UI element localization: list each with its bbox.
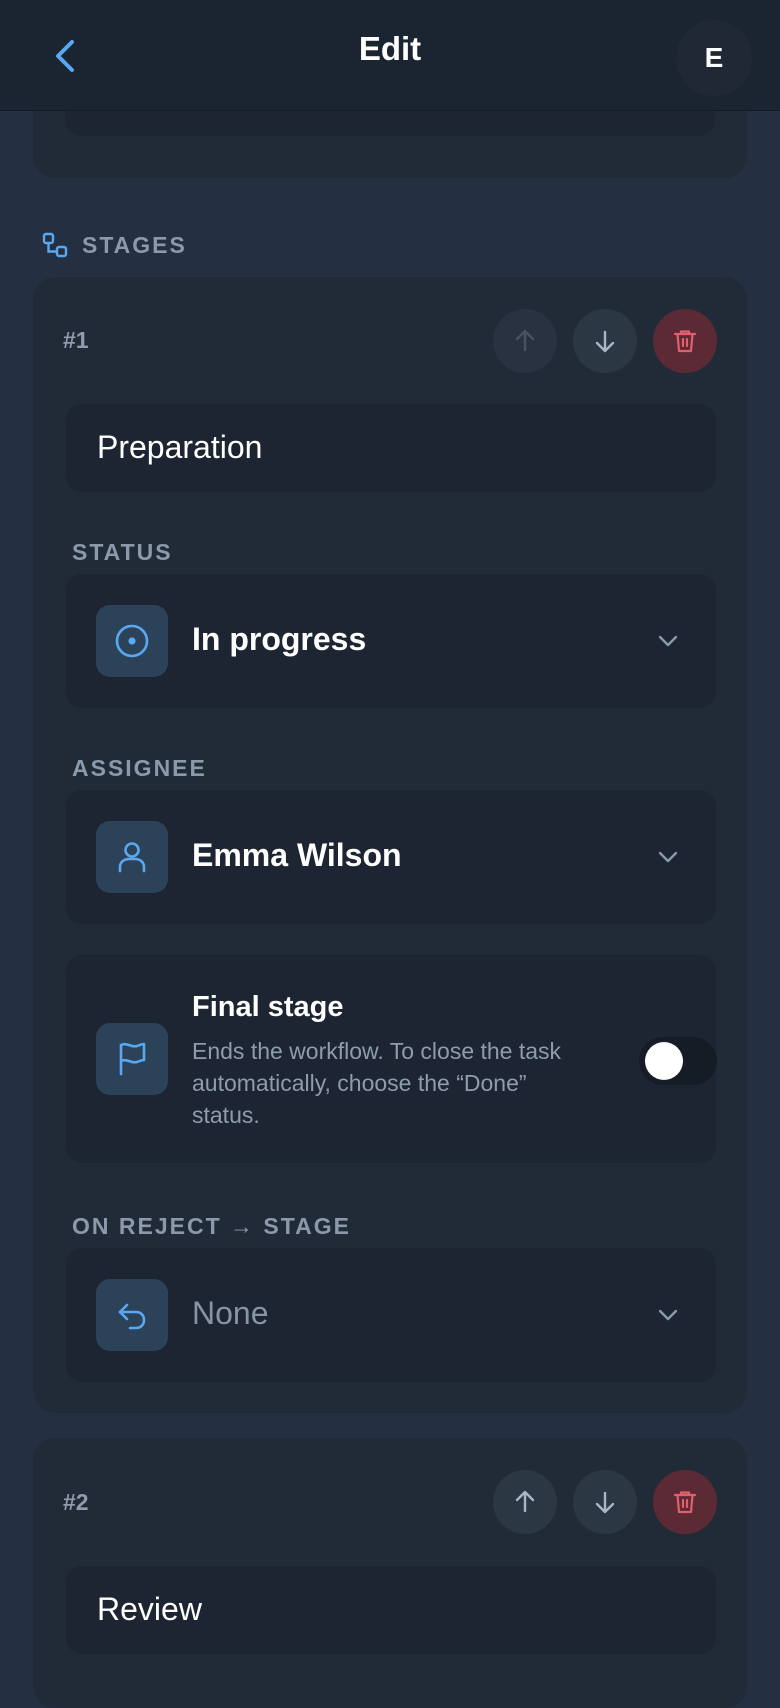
chevron-down-icon: [658, 851, 678, 863]
assignee-icon-box: [96, 821, 168, 893]
trash-icon: [673, 330, 697, 353]
stage-name-input[interactable]: Review: [66, 1566, 716, 1654]
on-reject-label: ON REJECT → STAGE: [72, 1213, 351, 1239]
final-stage-description: Ends the workflow. To close the task aut…: [192, 1038, 562, 1128]
chevron-down-icon: [658, 635, 678, 647]
arrow-up-icon: [515, 1490, 535, 1513]
page-title: Edit: [358, 30, 422, 67]
delete-stage-button[interactable]: [653, 1470, 717, 1534]
flag-icon: [119, 1042, 146, 1076]
stages-label-text: STAGES: [82, 231, 187, 258]
toggle-knob: [645, 1042, 683, 1080]
status-value: In progress: [192, 621, 367, 657]
assignee-value: Emma Wilson: [192, 837, 402, 873]
avatar[interactable]: E: [676, 20, 752, 96]
status-icon-box: [96, 605, 168, 677]
stage-number: #2: [63, 1489, 89, 1515]
stages-icon: [42, 232, 68, 258]
status-label: STATUS: [72, 539, 173, 565]
stage-name-value: Preparation: [97, 429, 263, 465]
stage-card-2: #2 Review: [33, 1438, 747, 1708]
move-down-button[interactable]: [573, 309, 637, 373]
stage-name-value: Review: [97, 1591, 202, 1627]
app-header: Edit E: [0, 0, 780, 111]
move-up-button[interactable]: [493, 1470, 557, 1534]
final-stage-title: Final stage: [192, 991, 344, 1023]
arrow-up-icon: [515, 329, 535, 352]
on-reject-icon-box: [96, 1279, 168, 1351]
final-stage-row: Final stage Ends the workflow. To close …: [66, 955, 717, 1163]
on-reject-select[interactable]: None: [66, 1248, 716, 1382]
assignee-select[interactable]: Emma Wilson: [66, 790, 716, 924]
stage-card-1: #1 Preparation STATUS In progress ASSIGN…: [33, 277, 747, 1413]
stages-section-label: STAGES: [42, 230, 187, 260]
stage-name-input[interactable]: Preparation: [66, 404, 716, 492]
trash-icon: [673, 1491, 697, 1514]
assignee-label: ASSIGNEE: [72, 755, 207, 781]
move-up-button[interactable]: [493, 309, 557, 373]
final-stage-icon-box: [96, 1023, 168, 1095]
status-select[interactable]: In progress: [66, 574, 716, 708]
undo-icon: [118, 1303, 146, 1330]
on-reject-value: None: [192, 1295, 269, 1331]
final-stage-toggle[interactable]: [639, 1037, 717, 1085]
move-down-button[interactable]: [573, 1470, 637, 1534]
target-icon: [115, 624, 149, 658]
arrow-down-icon: [595, 330, 615, 353]
chevron-down-icon: [658, 1309, 678, 1321]
user-icon: [118, 842, 146, 873]
arrow-down-icon: [595, 1491, 615, 1514]
delete-stage-button[interactable]: [653, 309, 717, 373]
stage-number: #1: [63, 327, 89, 353]
